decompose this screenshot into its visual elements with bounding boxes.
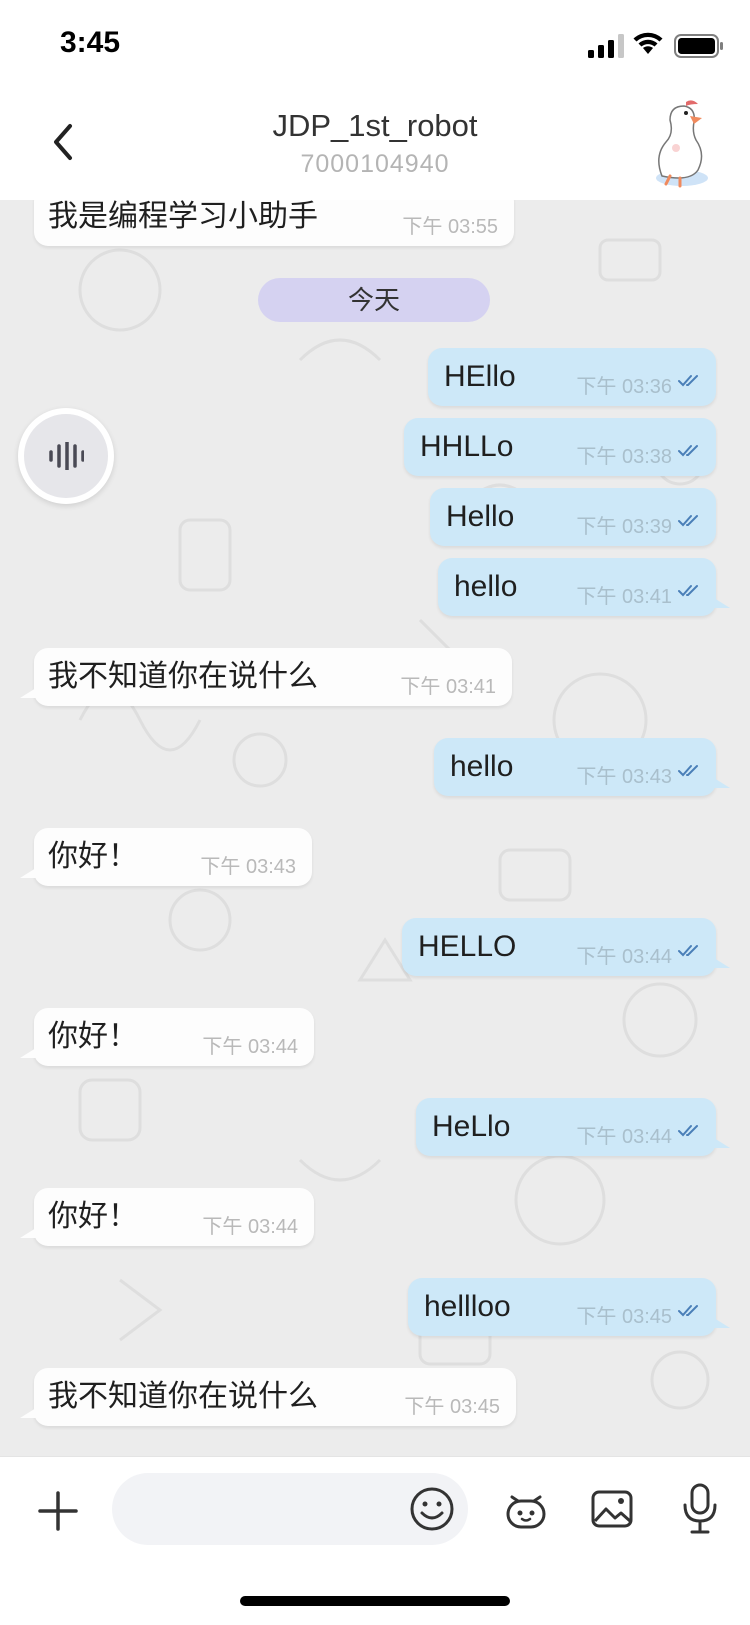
message-time: 下午 03:39 xyxy=(576,516,672,538)
message-time: 下午 03:44 xyxy=(202,1036,298,1058)
microphone-icon[interactable] xyxy=(680,1483,720,1535)
image-icon[interactable] xyxy=(588,1485,636,1533)
message-time: 下午 03:41 xyxy=(576,586,672,608)
double-check-icon xyxy=(678,445,698,457)
message-text: 你好！ xyxy=(48,840,138,873)
voice-float-button[interactable] xyxy=(18,408,114,504)
bubble-tail xyxy=(20,868,36,878)
message-time: 下午 03:55 xyxy=(402,216,498,238)
bubble-tail xyxy=(714,778,730,788)
home-indicator xyxy=(240,1596,510,1606)
message-outgoing[interactable]: HHLLo 下午 03:38 xyxy=(404,418,716,476)
message-text: Hello xyxy=(446,500,515,533)
robot-icon[interactable] xyxy=(502,1485,550,1533)
chat-title: JDP_1st_robot xyxy=(272,108,478,143)
message-time: 下午 03:41 xyxy=(400,676,496,698)
message-outgoing[interactable]: Hello 下午 03:39 xyxy=(430,488,716,546)
message-incoming[interactable]: 我是编程学习小助手 下午 03:55 xyxy=(34,200,514,246)
message-text: HEllo xyxy=(444,360,516,393)
message-outgoing[interactable]: hello 下午 03:43 xyxy=(434,738,730,796)
smiley-icon[interactable] xyxy=(408,1485,456,1533)
bubble-tail xyxy=(20,1048,36,1058)
double-check-icon xyxy=(678,1305,698,1317)
chat-subtitle: 7000104940 xyxy=(300,150,450,178)
voice-waveform-icon xyxy=(49,442,84,470)
double-check-icon xyxy=(678,585,698,597)
avatar[interactable] xyxy=(640,98,720,190)
bubble-tail xyxy=(714,598,730,608)
battery-icon xyxy=(674,34,723,58)
message-incoming[interactable]: 你好！ 下午 03:44 xyxy=(20,1008,314,1066)
bubble-tail xyxy=(714,1318,730,1328)
chat-header: JDP_1st_robot 7000104940 xyxy=(0,90,750,201)
plus-icon[interactable] xyxy=(34,1487,82,1535)
message-text: 你好！ xyxy=(48,1020,138,1053)
bubble-tail xyxy=(20,1408,36,1418)
message-time: 下午 03:43 xyxy=(576,766,672,788)
message-outgoing[interactable]: HEllo 下午 03:36 xyxy=(428,348,716,406)
message-time: 下午 03:45 xyxy=(576,1306,672,1328)
bubble-tail xyxy=(714,958,730,968)
message-text: 我不知道你在说什么 xyxy=(48,1380,318,1413)
message-outgoing[interactable]: HELLO 下午 03:44 xyxy=(402,918,730,976)
message-text: hellloo xyxy=(424,1290,511,1323)
message-time: 下午 03:38 xyxy=(576,446,672,468)
message-text: 我不知道你在说什么 xyxy=(48,660,318,693)
status-time: 3:45 xyxy=(60,26,121,59)
bubble-tail xyxy=(20,688,36,698)
date-separator: 今天 xyxy=(258,278,490,322)
message-time: 下午 03:43 xyxy=(200,856,296,878)
message-outgoing[interactable]: HeLlo 下午 03:44 xyxy=(416,1098,730,1156)
message-time: 下午 03:44 xyxy=(202,1216,298,1238)
double-check-icon xyxy=(678,515,698,527)
message-list[interactable]: 我是编程学习小助手 下午 03:55 今天 HEllo 下午 03:36 HHL… xyxy=(0,200,750,1456)
double-check-icon xyxy=(678,375,698,387)
message-text: HeLlo xyxy=(432,1110,511,1143)
bubble-tail xyxy=(20,1228,36,1238)
message-time: 下午 03:45 xyxy=(404,1396,500,1418)
bubble-tail xyxy=(714,1138,730,1148)
message-time: 下午 03:44 xyxy=(576,1126,672,1148)
message-text: 你好！ xyxy=(48,1200,138,1233)
double-check-icon xyxy=(678,1125,698,1137)
message-time: 下午 03:36 xyxy=(576,376,672,398)
message-text: HELLO xyxy=(418,930,517,963)
status-bar: 3:45 xyxy=(0,0,750,90)
wifi-icon xyxy=(633,32,663,54)
message-incoming[interactable]: 你好！ 下午 03:43 xyxy=(20,828,312,886)
message-incoming[interactable]: 我不知道你在说什么 下午 03:41 xyxy=(20,648,512,706)
message-text: hello xyxy=(450,750,514,783)
message-incoming[interactable]: 我不知道你在说什么 下午 03:45 xyxy=(20,1368,516,1426)
double-check-icon xyxy=(678,945,698,957)
message-outgoing[interactable]: hellloo 下午 03:45 xyxy=(408,1278,730,1336)
double-check-icon xyxy=(678,765,698,777)
message-time: 下午 03:44 xyxy=(576,946,672,968)
signal-icon xyxy=(588,34,624,58)
message-outgoing[interactable]: hello 下午 03:41 xyxy=(438,558,730,616)
message-text: 我是编程学习小助手 xyxy=(48,200,318,233)
message-text: hello xyxy=(454,570,518,603)
message-text: HHLLo xyxy=(420,430,514,463)
message-incoming[interactable]: 你好！ 下午 03:44 xyxy=(20,1188,314,1246)
